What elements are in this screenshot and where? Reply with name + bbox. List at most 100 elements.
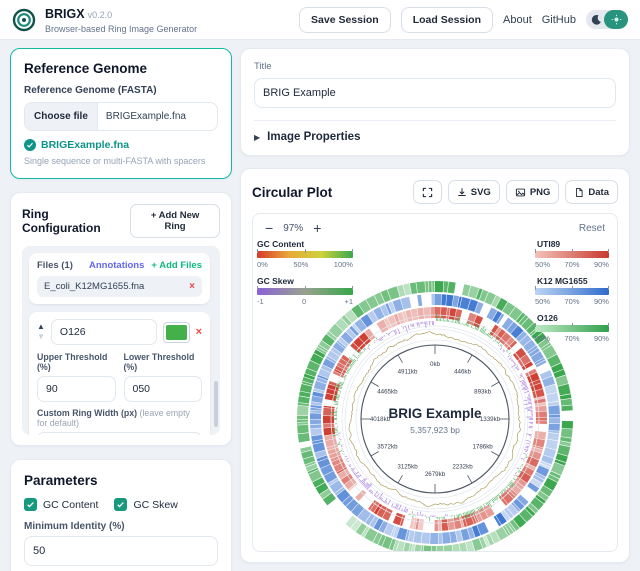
ring-width-input[interactable] [37, 432, 202, 435]
png-button-label: PNG [530, 187, 551, 198]
genome-tick-label: 0kb [430, 361, 441, 368]
choose-file-button[interactable]: Choose file [25, 103, 98, 130]
sun-icon [604, 10, 628, 29]
app-title: BRIGX [45, 7, 85, 21]
title-field-label: Title [254, 61, 616, 72]
download-png-button[interactable]: PNG [506, 180, 560, 204]
gc-skew-legend-ticks: -10+1 [257, 297, 353, 306]
genome-tick-label: 4911kb [398, 368, 418, 375]
save-session-button[interactable]: Save Session [299, 7, 391, 33]
svg-button-label: SVG [471, 187, 491, 198]
gc-skew-legend: GC Skew -10+1 [257, 276, 353, 306]
min-identity-label: Minimum Identity (%) [24, 521, 218, 532]
download-svg-button[interactable]: SVG [448, 180, 500, 204]
image-properties-label: Image Properties [267, 131, 360, 143]
file-chip-name: E_coli_K12MG1655.fna [44, 281, 144, 292]
plot-center-title: BRIG Example [388, 406, 482, 421]
gc-content-checkbox-label: GC Content [43, 499, 98, 511]
ring-list-scrollbar[interactable] [214, 381, 218, 427]
ring-configuration-card: Ring Configuration + Add New Ring Files … [10, 192, 232, 446]
parameters-title: Parameters [24, 473, 218, 488]
genome-tick-label: 893kb [474, 389, 491, 396]
brigx-logo-icon [12, 8, 36, 32]
k12-gradient-bar [535, 288, 609, 295]
lower-threshold-input[interactable] [124, 376, 203, 402]
image-icon [515, 187, 526, 198]
genome-tick-label: 4465kb [377, 389, 398, 396]
ring-name-input[interactable] [51, 319, 157, 345]
min-identity-input[interactable] [24, 536, 218, 566]
circular-plot-card: Circular Plot SVG PNG Data [240, 168, 630, 563]
about-link[interactable]: About [503, 14, 532, 26]
genome-tick-label: 2679kb [425, 471, 446, 478]
title-input[interactable] [254, 78, 616, 108]
ring-list[interactable]: Files (1) Annotations + Add Files E_coli… [22, 246, 220, 435]
reset-view-button[interactable]: Reset [579, 223, 605, 234]
ring-color-swatch[interactable] [163, 322, 190, 343]
move-ring-up-icon[interactable]: ▲ [37, 323, 45, 331]
gc-skew-checkbox[interactable]: GC Skew [114, 498, 177, 511]
download-data-button[interactable]: Data [565, 180, 618, 204]
uti89-gradient-bar [535, 251, 609, 258]
app-subtitle: Browser-based Ring Image Generator [45, 24, 197, 34]
gc-legend: GC Content 0%50%100% GC Skew -10+1 [257, 239, 353, 313]
genome-tick-label: 3125kb [397, 464, 418, 471]
uti89-legend: UTI89 50%70%90% [535, 239, 609, 269]
app-version: v0.2.0 [88, 10, 113, 20]
annotations-link[interactable]: Annotations [89, 260, 144, 271]
remove-ring-icon[interactable]: × [196, 326, 202, 338]
k12-legend: K12 MG1655 50%70%90% [535, 276, 609, 306]
reference-hint: Single sequence or multi-FASTA with spac… [24, 156, 218, 166]
reference-genome-title: Reference Genome [24, 61, 218, 76]
o126-gradient-bar [535, 325, 609, 332]
app-header: BRIGXv0.2.0 Browser-based Ring Image Gen… [0, 0, 640, 40]
add-new-ring-button[interactable]: + Add New Ring [130, 204, 220, 238]
lower-threshold-label: Lower Threshold (%) [124, 352, 203, 372]
gc-skew-checkbox-label: GC Skew [133, 499, 177, 511]
files-count-label: Files (1) [37, 260, 73, 271]
uti89-legend-title: UTI89 [537, 239, 609, 249]
gc-skew-gradient-bar [257, 288, 353, 295]
circular-plot-title: Circular Plot [252, 185, 332, 200]
genome-tick-label: 1786kb [472, 444, 493, 451]
checkbox-checked-icon [114, 498, 127, 511]
chevron-right-icon: ▶ [254, 133, 260, 142]
check-circle-icon [24, 139, 36, 151]
load-session-button[interactable]: Load Session [401, 7, 493, 33]
plot-genome-length: 5,357,923 bp [410, 425, 460, 435]
divider [254, 120, 616, 121]
ring-item: ▲ ▼ × Upper Threshold (%) Lower [29, 312, 210, 435]
reference-fasta-label: Reference Genome (FASTA) [24, 85, 218, 96]
ring-width-label: Custom Ring Width (px) [37, 408, 137, 418]
gc-content-checkbox[interactable]: GC Content [24, 498, 98, 511]
gc-content-legend-title: GC Content [257, 239, 353, 249]
upper-threshold-label: Upper Threshold (%) [37, 352, 116, 372]
ring-files-group: Files (1) Annotations + Add Files E_coli… [29, 253, 210, 304]
remove-file-icon[interactable]: × [189, 281, 195, 292]
ring-configuration-title: Ring Configuration [22, 207, 130, 235]
genome-tick-label: 2232kb [452, 464, 473, 471]
reference-file-input[interactable]: Choose file BRIGExample.fna [24, 102, 218, 131]
add-files-link[interactable]: + Add Files [151, 260, 202, 271]
image-properties-toggle[interactable]: ▶ Image Properties [254, 131, 616, 143]
uti89-legend-ticks: 50%70%90% [535, 260, 609, 269]
plot-area[interactable]: GC Content 0%50%100% GC Skew -10+1 [253, 237, 617, 551]
parameters-card: Parameters GC Content GC Skew Minimum Id… [10, 459, 232, 571]
genome-tick-label: 3572kb [377, 444, 398, 451]
zoom-out-button[interactable]: − [265, 221, 273, 235]
zoom-in-button[interactable]: + [313, 221, 321, 235]
fullscreen-button[interactable] [413, 180, 442, 204]
github-link[interactable]: GitHub [542, 14, 576, 26]
gc-content-legend: GC Content 0%50%100% [257, 239, 353, 269]
genome-tick-label: 446kb [454, 368, 471, 375]
move-ring-down-icon[interactable]: ▼ [37, 333, 45, 341]
data-button-label: Data [588, 187, 609, 198]
expand-icon [422, 187, 433, 198]
k12-legend-title: K12 MG1655 [537, 276, 609, 286]
upper-threshold-input[interactable] [37, 376, 116, 402]
ring-legend: UTI89 50%70%90% K12 MG1655 50%70%90% [535, 239, 609, 350]
theme-toggle[interactable] [586, 10, 628, 29]
plot-panel: − 97% + Reset GC Content 0%50%100% [252, 213, 618, 552]
genome-tick-label: 1339kb [480, 416, 501, 423]
gc-content-gradient-bar [257, 251, 353, 258]
